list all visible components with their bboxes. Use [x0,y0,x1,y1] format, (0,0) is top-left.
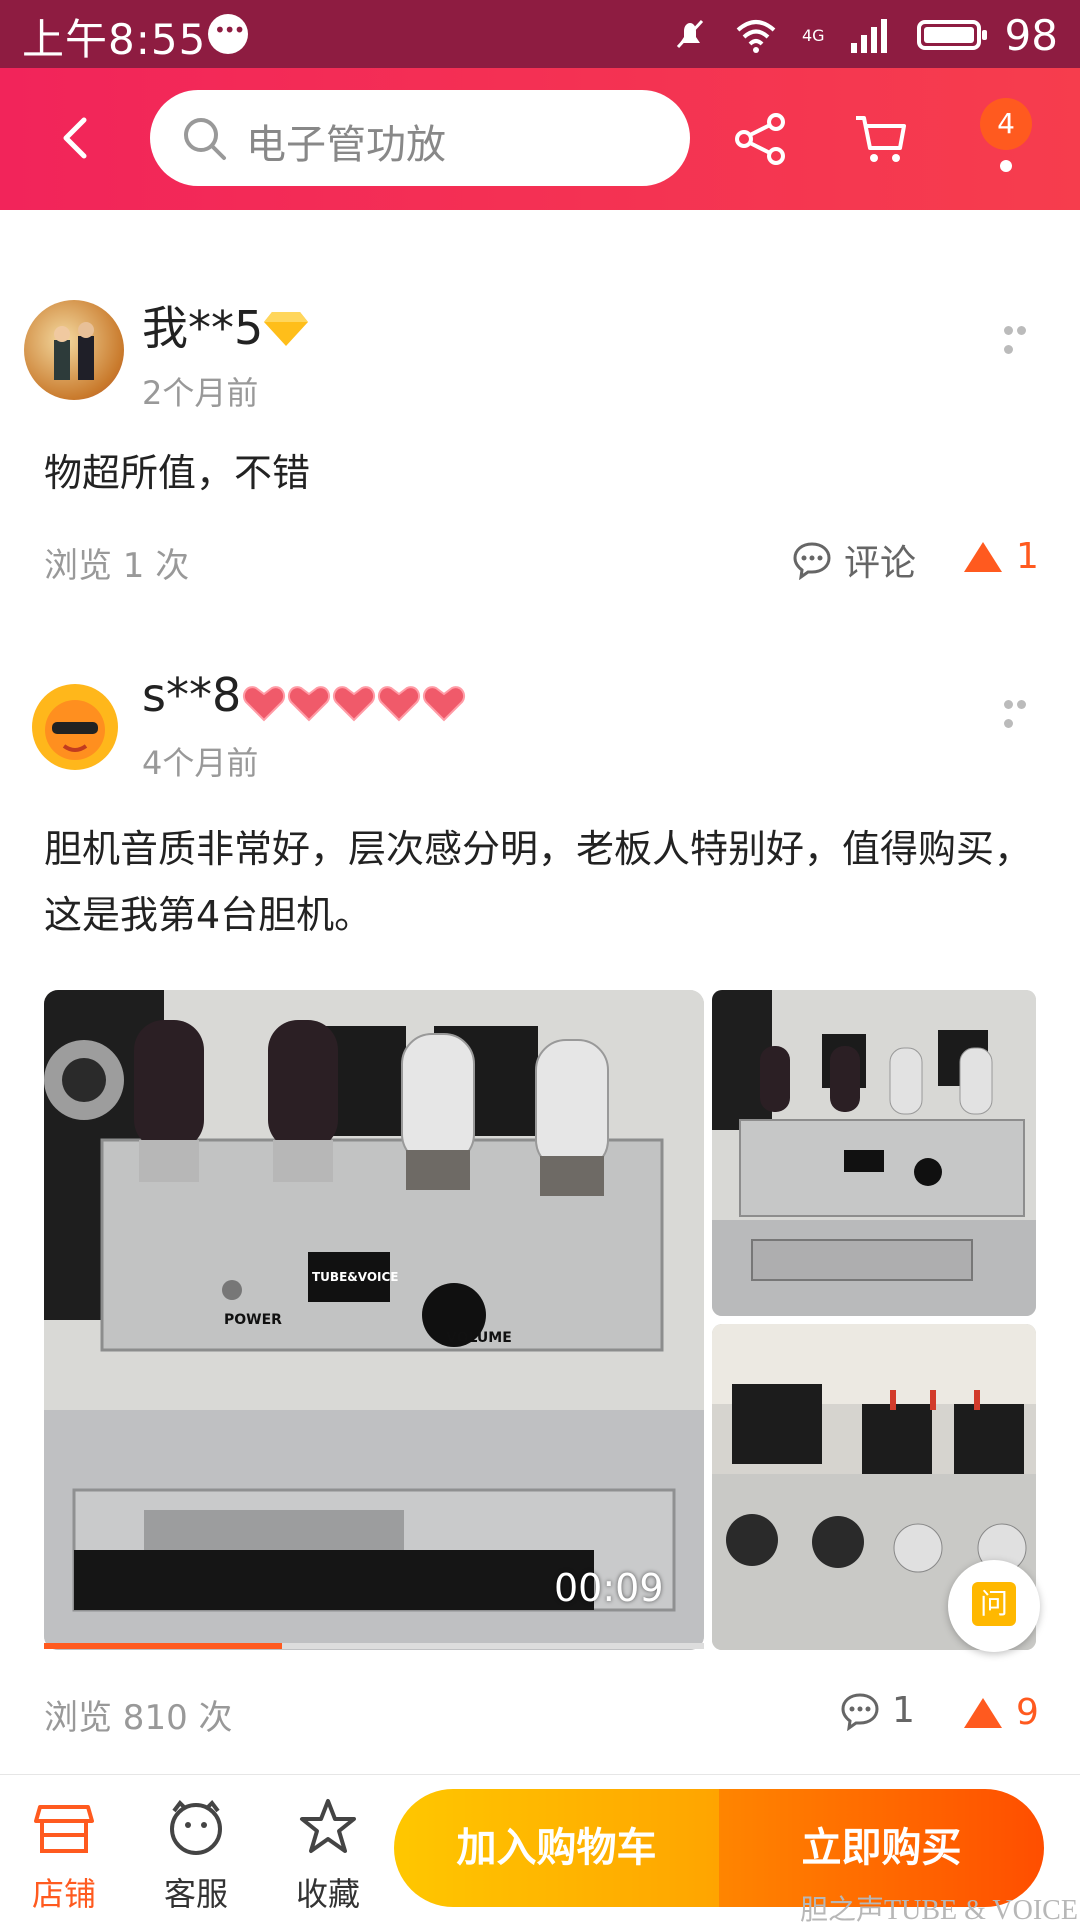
review-time: 4个月前 [142,744,259,782]
review-content: 胆机音质非常好，层次感分明，老板人特别好，值得购买，这是我第4台胆机。 [44,827,1033,937]
like-count: 1 [1016,536,1039,577]
amplifier-photo [712,990,1036,1316]
message-icon [208,14,248,54]
upvote-icon [964,1697,1002,1728]
ask-icon: 问 [972,1582,1016,1626]
review-card: 我**5 2个月前 物超所值，不错 浏览 1 次 评论 1 [0,290,1080,590]
status-bar: 上午8:55 4G 98 [0,0,1080,68]
like-button[interactable]: 1 [964,536,1039,577]
avatar-figure-icon [54,322,94,380]
tab-customer-service-label: 客服 [163,1875,228,1913]
service-icon [170,1799,222,1855]
search-icon [184,118,226,160]
hearts-rank-icon [242,686,466,722]
status-time: 上午8:55 [22,15,207,64]
comment-label: 评论 [844,543,917,584]
battery-icon [916,20,987,50]
view-count: 浏览 1 次 [44,546,190,586]
tab-store-label: 店铺 [31,1875,96,1913]
more-menu-button[interactable]: 4 [966,98,1046,178]
photo-power-label: POWER [224,1312,282,1328]
reviewer-name: 我**5 [142,301,264,355]
ask-question-button[interactable]: 问 [948,1560,1040,1652]
comment-icon [793,542,831,580]
signal-icon [850,19,887,53]
avatar-mascot-icon [45,700,105,760]
cart-icon[interactable] [852,110,910,168]
diamond-icon [264,312,308,346]
video-duration: 00:09 [554,1566,664,1610]
tab-favorite-label: 收藏 [295,1875,360,1913]
reviewer-name: s**8 [142,668,242,722]
review-video[interactable] [44,990,704,1650]
comment-button[interactable]: 评论 [792,534,916,586]
add-to-cart-button[interactable]: 加入购物车 [394,1789,719,1907]
store-icon [34,1805,94,1853]
amplifier-photo [44,990,704,1650]
search-input[interactable]: 电子管功放 [150,90,690,186]
tab-favorite[interactable]: 收藏 [268,1775,388,1921]
tab-customer-service[interactable]: 客服 [136,1775,256,1921]
top-nav: 电子管功放 4 [0,68,1080,210]
network-type: 4G [801,25,825,45]
review-photo[interactable] [712,990,1036,1316]
comment-button[interactable]: 1 [840,1690,915,1731]
avatar[interactable] [32,684,118,770]
more-icon [1000,160,1012,172]
video-progress-bar[interactable] [44,1643,704,1649]
mute-icon [676,19,704,49]
share-icon[interactable] [732,110,790,168]
notification-badge: 4 [980,98,1032,150]
watermark-text: 胆之声TUBE & VOICE [800,1895,1078,1926]
video-progress-fill [44,1643,282,1649]
avatar[interactable] [24,300,124,400]
wifi-icon [736,20,776,53]
more-options-icon[interactable] [1004,320,1040,354]
status-right: 4G 98 [670,10,1058,60]
tab-store[interactable]: 店铺 [4,1775,124,1921]
upvote-icon [964,541,1002,572]
comment-count: 1 [892,1690,915,1731]
review-content: 物超所值，不错 [44,451,311,495]
view-count: 浏览 810 次 [44,1698,233,1738]
like-count: 9 [1016,1692,1039,1733]
search-placeholder: 电子管功放 [246,122,446,168]
more-options-icon[interactable] [1004,694,1040,728]
photo-volume-label: VOLUME [446,1330,512,1346]
back-icon[interactable] [48,108,108,168]
comment-icon [841,1692,879,1731]
battery-level: 98 [1004,10,1058,60]
like-button[interactable]: 9 [964,1692,1039,1733]
photo-brand-label: TUBE&VOICE [312,1270,399,1284]
review-time: 2个月前 [142,374,259,412]
star-icon [300,1799,356,1853]
